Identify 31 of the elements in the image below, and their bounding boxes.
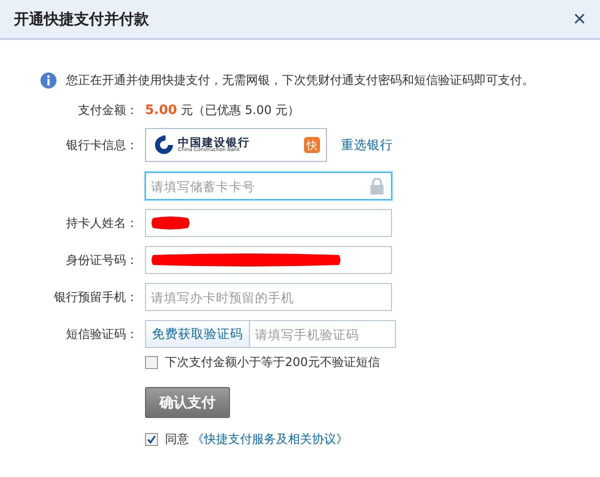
notice-text: 您正在开通并使用快捷支付，无需网银，下次凭财付通支付密码和短信验证码即可支付。	[66, 72, 534, 88]
dialog-title: 开通快捷支付并付款	[14, 10, 149, 28]
bank-name: 中国建设银行	[178, 137, 251, 148]
close-button[interactable]: ×	[569, 8, 590, 30]
input-field[interactable]	[145, 209, 392, 237]
text-input[interactable]: 请填写手机验证码	[250, 321, 395, 347]
checkbox[interactable]	[145, 356, 158, 369]
text-input[interactable]: 请填写储蓄卡卡号	[146, 173, 370, 199]
lock-icon	[370, 178, 384, 194]
field-label: 短信验证码：	[65, 326, 139, 342]
amount-value: 5.00	[145, 103, 178, 118]
checkbox-label: 同意	[165, 431, 189, 448]
input-field[interactable]	[145, 246, 392, 274]
field-label: 银行预留手机：	[53, 288, 139, 306]
confirm-pay-button[interactable]: 确认支付	[145, 387, 230, 418]
checkbox[interactable]	[145, 433, 158, 446]
field-label: 支付金额：	[77, 102, 139, 119]
field-label: 银行卡信息：	[65, 136, 139, 154]
field-label: 持卡人姓名：	[65, 214, 139, 232]
checkbox-label: 下次支付金额小于等于200元不验证短信	[165, 354, 380, 371]
field-label: 身份证号码：	[65, 252, 139, 268]
agreement-link[interactable]: 《快捷支付服务及相关协议》	[192, 431, 348, 448]
reselect-bank-link[interactable]: 重选银行	[341, 136, 393, 154]
text-input[interactable]: 请填写办卡时预留的手机	[146, 284, 391, 310]
amount-unit: 元	[181, 102, 194, 119]
quick-pay-badge: 快	[304, 137, 320, 153]
discount-text: （已优惠 5.00 元）	[193, 102, 300, 119]
get-code-button[interactable]: 免费获取验证码	[145, 320, 250, 348]
info-icon	[40, 72, 57, 88]
bank-logo-icon	[154, 135, 174, 155]
input-field[interactable]: 请填写储蓄卡卡号	[145, 172, 392, 200]
